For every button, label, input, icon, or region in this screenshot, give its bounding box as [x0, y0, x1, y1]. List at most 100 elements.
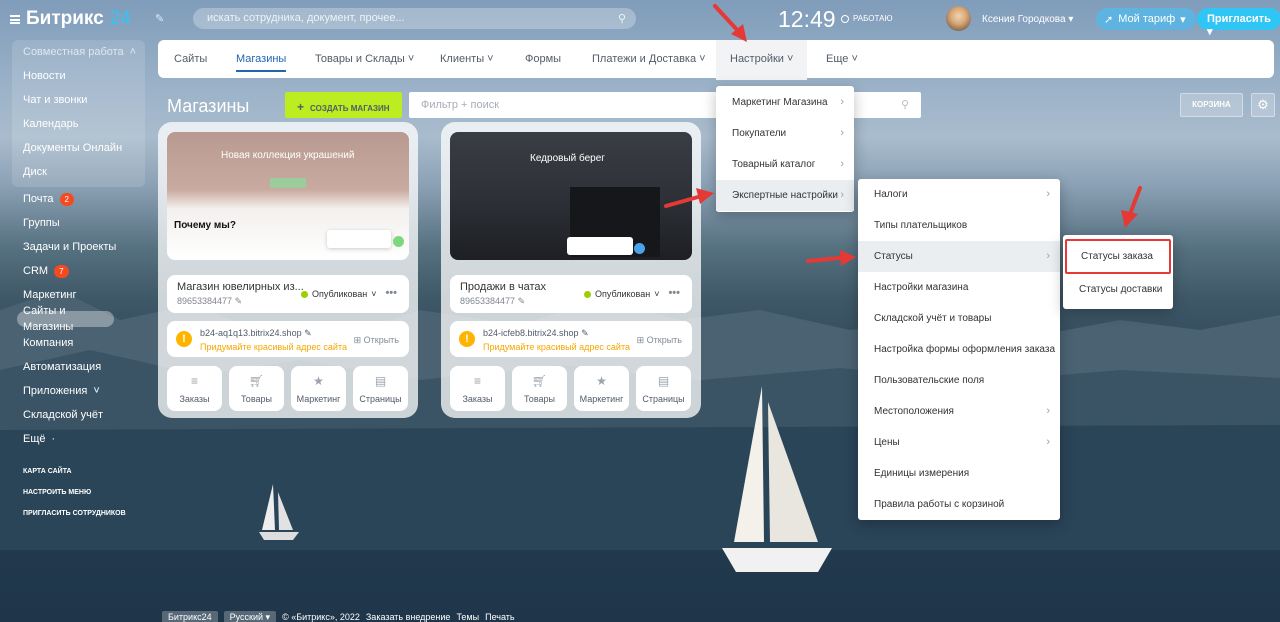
- logo[interactable]: Битрикс 24: [10, 8, 131, 30]
- domain-advice-link[interactable]: Придумайте красивый адрес сайта: [200, 342, 347, 352]
- tab-more[interactable]: Еще ˅: [826, 40, 858, 78]
- avatar[interactable]: [946, 6, 971, 31]
- tab-sites[interactable]: Сайты: [174, 40, 207, 78]
- menu-item-prices[interactable]: Цены ›: [858, 427, 1060, 458]
- user-name[interactable]: Ксения Городкова ▾: [982, 14, 1073, 25]
- shop-name[interactable]: Продажи в чатах: [460, 281, 546, 293]
- menu-item-taxes[interactable]: Налоги ›: [858, 179, 1060, 210]
- menu-item-units[interactable]: Единицы измерения: [858, 458, 1060, 489]
- sidebar-item-crm[interactable]: CRM 7: [0, 259, 150, 283]
- sidebar-item-tasks[interactable]: Задачи и Проекты: [0, 235, 150, 259]
- sidebar-item-calendar[interactable]: Календарь: [12, 112, 145, 136]
- chevron-right-icon: ›: [840, 189, 844, 201]
- menu-item-order-form[interactable]: Настройка формы оформления заказа: [858, 334, 1060, 365]
- marketing-button[interactable]: ★ Маркетинг: [574, 366, 629, 411]
- preview-chat-icon: [393, 236, 404, 247]
- create-shop-button[interactable]: + СОЗДАТЬ МАГАЗИН: [285, 92, 402, 118]
- menu-item-delivery-statuses[interactable]: Статусы доставки: [1063, 274, 1173, 305]
- sidebar-configure-menu[interactable]: НАСТРОИТЬ МЕНЮ: [23, 482, 150, 503]
- sidebar-invite[interactable]: ПРИГЛАСИТЬ СОТРУДНИКОВ: [23, 503, 150, 524]
- gear-icon[interactable]: ⚙: [1251, 93, 1275, 117]
- menu-item-buyers[interactable]: Покупатели ›: [716, 118, 854, 149]
- footer-link[interactable]: Темы: [456, 612, 479, 622]
- tab-payment[interactable]: Платежи и Доставка ˅: [592, 40, 706, 78]
- work-status[interactable]: РАБОТАЮ: [841, 14, 893, 23]
- menu-item-label: Пользовательские поля: [874, 375, 985, 386]
- open-link[interactable]: ⊞ Открыть: [354, 335, 399, 346]
- invite-label: Пригласить: [1207, 13, 1271, 25]
- sidebar-item-news[interactable]: Новости: [12, 64, 145, 88]
- sidebar-item-chat[interactable]: Чат и звонки: [12, 88, 145, 112]
- domain-advice-link[interactable]: Придумайте красивый адрес сайта: [483, 342, 630, 352]
- products-button[interactable]: 🛒︎ Товары: [229, 366, 284, 411]
- chevron-up-icon: ˄: [129, 46, 137, 58]
- sidebar-item-groups[interactable]: Группы: [0, 211, 150, 235]
- menu-item-user-fields[interactable]: Пользовательские поля: [858, 365, 1060, 396]
- footer-link[interactable]: Заказать внедрение: [366, 612, 451, 622]
- sidebar-item-more[interactable]: Ещё ·: [0, 427, 150, 451]
- apps-label: Приложения: [23, 385, 88, 397]
- menu-item-shop-settings[interactable]: Настройки магазина: [858, 272, 1060, 303]
- orders-button[interactable]: ≡ Заказы: [450, 366, 505, 411]
- search-input[interactable]: искать сотрудника, документ, прочее... ⚲: [193, 8, 636, 29]
- sidebar-sitemap[interactable]: КАРТА САЙТА: [23, 461, 150, 482]
- tariff-button[interactable]: ➚ Мой тариф ▾: [1096, 8, 1196, 30]
- sidebar-item-warehouse[interactable]: Складской учёт: [0, 403, 150, 427]
- pages-button[interactable]: ▤ Страницы: [636, 366, 691, 411]
- shop-preview[interactable]: Кедровый берег: [450, 132, 692, 260]
- tab-shops[interactable]: Магазины: [236, 40, 287, 78]
- annotation-arrow: [806, 250, 856, 266]
- menu-icon[interactable]: [10, 14, 20, 24]
- shop-info[interactable]: Магазин ювелирных из... 89653384477 ✎ Оп…: [167, 275, 409, 313]
- sidebar-item-docs[interactable]: Документы Онлайн: [12, 136, 145, 160]
- pages-button[interactable]: ▤ Страницы: [353, 366, 408, 411]
- tab-settings[interactable]: Настройки ˅: [716, 40, 808, 80]
- page-icon: ▤: [657, 374, 670, 388]
- menu-item-order-statuses[interactable]: Статусы заказа: [1065, 239, 1171, 274]
- open-link[interactable]: ⊞ Открыть: [637, 335, 682, 346]
- status-badge[interactable]: Опубликован ˅: [301, 289, 376, 299]
- menu-item-locations[interactable]: Местоположения ›: [858, 396, 1060, 427]
- tab-more-label: Еще: [826, 53, 849, 65]
- tab-settings-label: Настройки: [730, 53, 784, 65]
- menu-item-label: Налоги: [874, 189, 908, 200]
- tab-forms[interactable]: Формы: [525, 40, 561, 78]
- more-icon[interactable]: •••: [385, 287, 397, 299]
- sidebar-item-automation[interactable]: Автоматизация: [0, 355, 150, 379]
- annotation-arrow: [664, 188, 714, 208]
- menu-item-payer-types[interactable]: Типы плательщиков: [858, 210, 1060, 241]
- footer-link[interactable]: Печать: [485, 612, 514, 622]
- menu-item-expert-settings[interactable]: Экспертные настройки ›: [716, 180, 854, 211]
- sidebar-item-disk[interactable]: Диск: [12, 160, 145, 184]
- shop-name[interactable]: Магазин ювелирных из...: [177, 281, 304, 293]
- menu-item-cart-rules[interactable]: Правила работы с корзиной: [858, 489, 1060, 520]
- pencil-icon[interactable]: ✎: [155, 12, 164, 25]
- orders-button[interactable]: ≡ Заказы: [167, 366, 222, 411]
- page-icon: ▤: [374, 374, 387, 388]
- menu-item-warehouse[interactable]: Складской учёт и товары: [858, 303, 1060, 334]
- search-icon[interactable]: ⚲: [901, 98, 909, 111]
- menu-item-statuses[interactable]: Статусы ›: [858, 241, 1060, 272]
- products-button[interactable]: 🛒︎ Товары: [512, 366, 567, 411]
- language-select[interactable]: Русский ▾: [223, 610, 277, 622]
- footer: Битрикс24 Русский ▾ © «Битрикс», 2022 За…: [162, 610, 515, 622]
- tab-products[interactable]: Товары и Склады ˅: [315, 40, 414, 78]
- shop-info[interactable]: Продажи в чатах 89653384477 ✎ Опубликова…: [450, 275, 692, 313]
- search-icon[interactable]: ⚲: [618, 12, 626, 25]
- sidebar-section-title[interactable]: Совместная работа ˄: [12, 40, 145, 64]
- search-placeholder: искать сотрудника, документ, прочее...: [207, 12, 405, 24]
- sidebar-item-apps[interactable]: Приложения ˅: [0, 379, 150, 403]
- menu-item-catalog[interactable]: Товарный каталог ›: [716, 149, 854, 180]
- sidebar-item-sites[interactable]: Сайты и Магазины: [17, 305, 114, 333]
- marketing-button[interactable]: ★ Маркетинг: [291, 366, 346, 411]
- status-badge[interactable]: Опубликован ˅: [584, 289, 659, 299]
- more-icon[interactable]: •••: [668, 287, 680, 299]
- sidebar: Совместная работа ˄ Новости Чат и звонки …: [0, 40, 150, 524]
- sidebar-item-mail[interactable]: Почта 2: [0, 187, 150, 211]
- cart-button[interactable]: КОРЗИНА: [1180, 93, 1243, 117]
- chevron-right-icon: ›: [1046, 436, 1050, 448]
- tab-clients[interactable]: Клиенты ˅: [440, 40, 494, 78]
- invite-button[interactable]: Пригласить ▾: [1197, 8, 1280, 38]
- menu-item-shop-marketing[interactable]: Маркетинг Магазина ›: [716, 87, 854, 118]
- shop-preview[interactable]: Новая коллекция украшений Почему мы?: [167, 132, 409, 260]
